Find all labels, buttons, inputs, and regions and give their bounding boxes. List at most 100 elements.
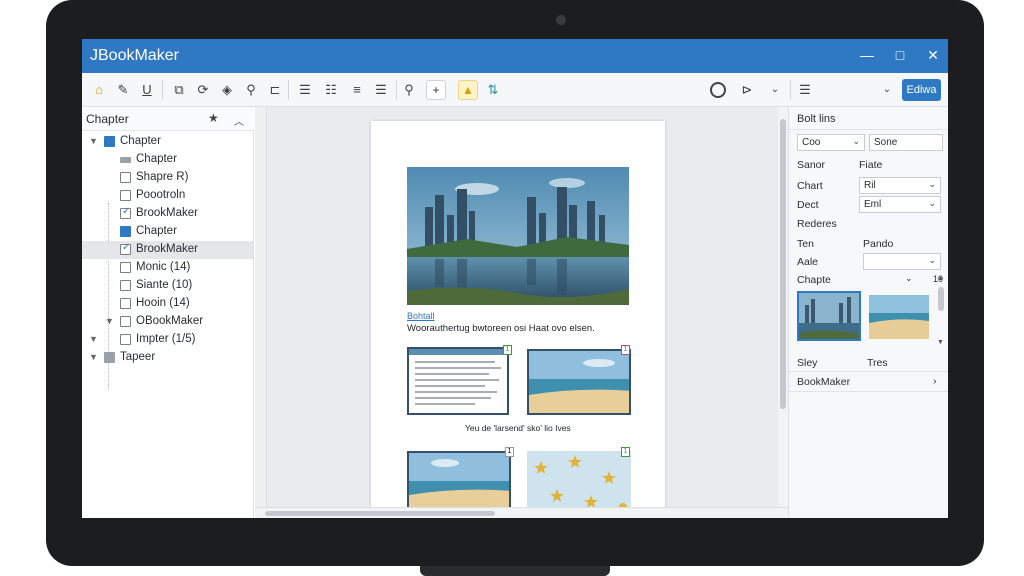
thumbnail-skyline[interactable] xyxy=(797,291,861,341)
align-icon[interactable]: ⊏ xyxy=(266,81,284,99)
underline-icon[interactable]: U xyxy=(138,81,156,99)
expand-icon[interactable]: ▼ xyxy=(89,334,98,344)
chevron-down-icon: ⌄ xyxy=(928,179,936,189)
dropdown-value: Coo xyxy=(802,137,821,148)
chevron-down-icon[interactable]: ⌄ xyxy=(878,81,896,99)
circle-tool-icon[interactable] xyxy=(710,82,726,98)
shape-icon[interactable]: ◈ xyxy=(218,81,236,99)
numbered-list-icon[interactable]: ☷ xyxy=(322,81,340,99)
tree-item-selected[interactable]: BrookMaker xyxy=(82,241,253,259)
frame-badge[interactable]: 1 xyxy=(503,345,512,355)
grid-caption: Yeu de 'larsend' sko' lio Ives xyxy=(465,423,571,433)
chevron-down-icon[interactable]: ⌄ xyxy=(905,273,913,284)
star-icon[interactable]: ★ xyxy=(208,111,219,125)
style-dropdown[interactable]: Coo ⌄ xyxy=(797,134,865,151)
beach-image-frame[interactable] xyxy=(527,349,631,415)
dect-dropdown[interactable]: Eml ⌄ xyxy=(859,196,941,213)
tree-item[interactable]: Shapre R) xyxy=(82,169,253,187)
text-line xyxy=(415,397,491,399)
link-icon[interactable]: ⧉ xyxy=(170,81,188,99)
tree-item-label: Siante (10) xyxy=(136,279,193,291)
tree-item[interactable]: BrookMaker xyxy=(82,205,253,223)
divider xyxy=(789,129,948,130)
expand-icon[interactable]: ▼ xyxy=(105,316,114,326)
tree-item[interactable]: ▼ Impter (1/5) xyxy=(82,331,253,349)
text-frame[interactable] xyxy=(407,347,509,415)
list-icon[interactable]: ☰ xyxy=(796,81,814,99)
sanor-label: Sanor xyxy=(797,159,826,171)
page-icon xyxy=(120,316,131,327)
tree-item-label: Chapter xyxy=(136,153,177,165)
tree-item[interactable]: Monic (14) xyxy=(82,259,253,277)
tree-item-label: Shapre R) xyxy=(136,171,189,183)
close-button[interactable]: ✕ xyxy=(925,47,941,63)
add-button[interactable]: + xyxy=(426,80,446,100)
tree-item[interactable]: Poootroln xyxy=(82,187,253,205)
vertical-scrollbar[interactable] xyxy=(778,107,788,507)
font-field[interactable]: Sone xyxy=(869,134,943,151)
scroll-down-icon[interactable]: ▼ xyxy=(937,339,944,346)
horizontal-scrollbar[interactable] xyxy=(255,507,788,518)
chevron-down-icon: ⌄ xyxy=(928,255,936,265)
scrollbar-thumb[interactable] xyxy=(938,287,944,311)
expand-icon[interactable]: ▼ xyxy=(89,352,98,362)
ten-label: Ten xyxy=(797,238,814,250)
chevron-down-icon[interactable]: ⌄ xyxy=(766,81,784,99)
search-icon[interactable]: ⚲ xyxy=(242,81,260,99)
expand-icon[interactable]: ▼ xyxy=(89,136,98,146)
checklist-icon[interactable]: ☰ xyxy=(372,81,390,99)
edit-button[interactable]: Ediwa xyxy=(902,79,941,101)
page-canvas[interactable]: Bohtall Woorauthertug bwtoreen osi Haat … xyxy=(255,107,788,518)
scrollbar-thumb[interactable] xyxy=(780,119,786,409)
scrollbar-thumb[interactable] xyxy=(265,511,495,516)
text-line xyxy=(415,385,485,387)
home-icon[interactable]: ⌂ xyxy=(90,81,108,99)
image-link[interactable]: Bohtall xyxy=(407,311,435,321)
tree-item[interactable]: ▼ Tapeer xyxy=(82,349,253,367)
align-justify-icon[interactable]: ≡ xyxy=(348,81,366,99)
maximize-button[interactable]: □ xyxy=(892,47,908,63)
lake-skyline-image[interactable] xyxy=(407,167,629,305)
minimize-button[interactable]: — xyxy=(859,47,875,63)
toolbar-divider xyxy=(790,80,791,100)
bookmaker-label[interactable]: BookMaker xyxy=(797,376,850,388)
scroll-up-icon[interactable]: ▲ xyxy=(937,275,944,282)
toolbar: ⌂ ✎ U ⧉ ⟳ ◈ ⚲ ⊏ ☰ ☷ ≡ ☰ ⚲ + ▲ ⇅ ⊳ ⌄ ☰ ⌄ … xyxy=(82,73,948,107)
chevron-right-icon[interactable]: › xyxy=(933,375,937,387)
chevron-up-icon[interactable]: ︿ xyxy=(234,113,244,128)
thumbnail-scrollbar[interactable]: ▲ ▼ xyxy=(937,275,945,347)
pen-icon[interactable]: ✎ xyxy=(114,81,132,99)
highlight-icon[interactable]: ▲ xyxy=(458,80,478,100)
page-icon xyxy=(120,334,131,345)
chart-dropdown[interactable]: Ril ⌄ xyxy=(859,177,941,194)
folder-icon[interactable]: ⊳ xyxy=(738,81,756,99)
checkbox-icon[interactable] xyxy=(120,206,131,219)
tree-item[interactable]: Chapter xyxy=(82,151,253,169)
bullet-list-icon[interactable]: ☰ xyxy=(296,81,314,99)
book-page[interactable]: Bohtall Woorauthertug bwtoreen osi Haat … xyxy=(371,121,665,518)
tree-item[interactable]: Siante (10) xyxy=(82,277,253,295)
frame-badge[interactable]: 1 xyxy=(621,447,630,457)
sley-label: Sley xyxy=(797,357,818,369)
frame-badge[interactable]: 1 xyxy=(505,447,514,457)
tree-item[interactable]: ▼ Chapter xyxy=(82,133,253,151)
vertical-ruler xyxy=(255,107,267,507)
dropdown-value: Ril xyxy=(864,180,876,191)
tree-item[interactable]: Chapter xyxy=(82,223,253,241)
tree-item-label: Poootroln xyxy=(136,189,186,201)
frame-badge[interactable]: 1 xyxy=(621,345,630,355)
text-line xyxy=(415,391,497,393)
tree-item[interactable]: ▼ OBookMaker xyxy=(82,313,253,331)
sort-icon[interactable]: ⇅ xyxy=(484,81,502,99)
refresh-icon[interactable]: ⟳ xyxy=(194,81,212,99)
chapter-icon xyxy=(120,226,131,237)
page-icon xyxy=(120,280,131,291)
chapter-tree-panel: Chapter ★ ︿ ▼ Chapter Chapter Shapre R) … xyxy=(82,107,254,518)
toolbar-divider xyxy=(396,80,397,100)
tree-item[interactable]: Hooin (14) xyxy=(82,295,253,313)
zoom-icon[interactable]: ⚲ xyxy=(400,81,418,99)
thumbnail-beach[interactable] xyxy=(869,295,929,339)
aale-dropdown[interactable]: ⌄ xyxy=(863,253,941,270)
checkbox-icon[interactable] xyxy=(120,242,131,255)
title-bar: JBookMaker — □ ✕ xyxy=(82,39,948,73)
